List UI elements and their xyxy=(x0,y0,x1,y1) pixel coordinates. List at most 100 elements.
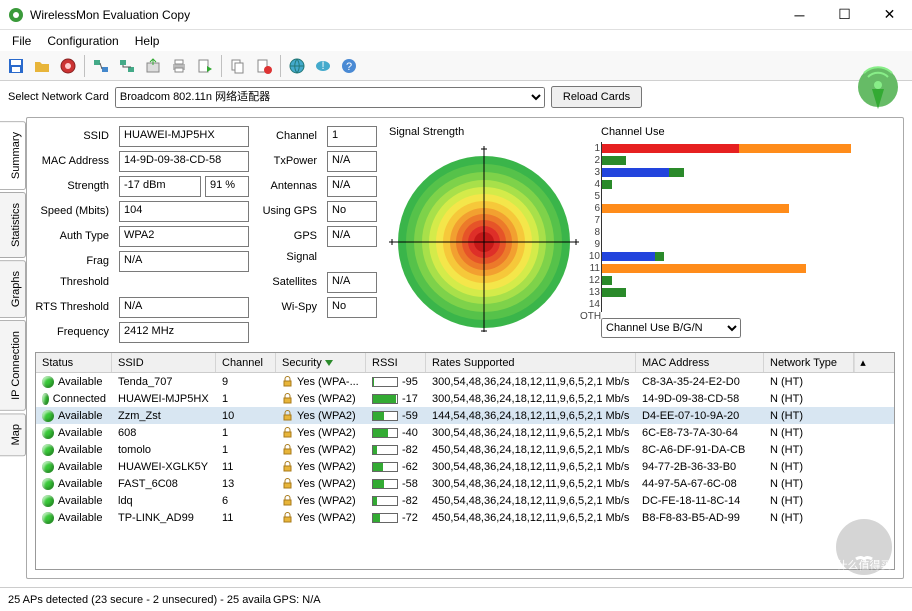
channel-use-panel: Channel Use 1234567891011121314OTH Chann… xyxy=(601,126,895,346)
label-mac: MAC Address xyxy=(35,151,115,172)
save-icon[interactable] xyxy=(4,54,28,78)
value-strength-pct: 91 % xyxy=(205,176,249,197)
value-antennas: N/A xyxy=(327,176,377,197)
network-card-select[interactable]: Broadcom 802.11n 网络适配器 xyxy=(115,87,545,108)
open-icon[interactable] xyxy=(30,54,54,78)
maximize-button[interactable]: ☐ xyxy=(822,0,867,29)
svg-text:什么值得买: 什么值得买 xyxy=(837,559,892,572)
grid-body[interactable]: AvailableTenda_7079 Yes (WPA-... -95300,… xyxy=(36,373,894,526)
play-icon[interactable] xyxy=(193,54,217,78)
value-txpower: N/A xyxy=(327,151,377,172)
connect-icon[interactable] xyxy=(89,54,113,78)
globe-icon[interactable] xyxy=(285,54,309,78)
table-row[interactable]: AvailableHUAWEI-XGLK5Y11 Yes (WPA2) -623… xyxy=(36,458,894,475)
tab-ip-connection[interactable]: IP Connection xyxy=(0,320,26,411)
value-channel: 1 xyxy=(327,126,377,147)
tab-statistics[interactable]: Statistics xyxy=(0,192,26,258)
value-speed: 104 xyxy=(119,201,249,222)
scroll-up-button[interactable]: ▴ xyxy=(854,353,871,372)
menu-configuration[interactable]: Configuration xyxy=(39,32,126,50)
sort-indicator-icon xyxy=(325,360,333,366)
card-select-label: Select Network Card xyxy=(8,91,109,103)
watermark-icon: 什么值得买 xyxy=(834,517,894,577)
col-ssid[interactable]: SSID xyxy=(112,353,216,372)
label-txpower: TxPower xyxy=(261,151,323,172)
table-row[interactable]: AvailableFAST_6C0813 Yes (WPA2) -58300,5… xyxy=(36,475,894,492)
menu-help[interactable]: Help xyxy=(127,32,168,50)
menu-file[interactable]: File xyxy=(4,32,39,50)
grid-header: Status SSID Channel Security RSSI Rates … xyxy=(36,353,894,373)
status-bar: 25 APs detected (23 secure - 2 unsecured… xyxy=(0,587,912,611)
tab-graphs[interactable]: Graphs xyxy=(0,260,26,318)
minimize-button[interactable]: ─ xyxy=(777,0,822,29)
table-row[interactable]: Availableldq6 Yes (WPA2) -82450,54,48,36… xyxy=(36,492,894,509)
table-row[interactable]: AvailableZzm_Zst10 Yes (WPA2) -59144,54,… xyxy=(36,407,894,424)
status-gps: GPS: N/A xyxy=(273,594,321,606)
channel-use-chart: 1234567891011121314OTH xyxy=(601,142,851,312)
connection-fields: SSID HUAWEI-MJP5HX MAC Address 14-9D-09-… xyxy=(35,126,249,346)
status-aps: 25 APs detected (23 secure - 2 unsecured… xyxy=(8,594,271,606)
table-row[interactable]: AvailableTP-LINK_AD9911 Yes (WPA2) -7245… xyxy=(36,509,894,526)
value-mac: 14-9D-09-38-CD-58 xyxy=(119,151,249,172)
label-freq: Frequency xyxy=(35,322,115,343)
signal-strength-panel: Signal Strength xyxy=(389,126,589,346)
label-sats: Satellites xyxy=(261,272,323,293)
value-ssid: HUAWEI-MJP5HX xyxy=(119,126,249,147)
label-strength: Strength xyxy=(35,176,115,197)
close-button[interactable]: ✕ xyxy=(867,0,912,29)
col-mac[interactable]: MAC Address xyxy=(636,353,764,372)
value-auth: WPA2 xyxy=(119,226,249,247)
toolbar: ! ? xyxy=(0,51,912,81)
title-bar: WirelessMon Evaluation Copy ─ ☐ ✕ xyxy=(0,0,912,30)
value-wispy: No xyxy=(327,297,377,318)
table-row[interactable]: Available6081 Yes (WPA2) -40300,54,48,36… xyxy=(36,424,894,441)
col-status[interactable]: Status xyxy=(36,353,112,372)
help-icon[interactable]: ? xyxy=(337,54,361,78)
label-auth: Auth Type xyxy=(35,226,115,247)
alert-icon[interactable]: ! xyxy=(311,54,335,78)
signal-strength-label: Signal Strength xyxy=(389,126,589,138)
card-selector-row: Select Network Card Broadcom 802.11n 网络适… xyxy=(0,81,912,113)
vertical-tabs: Summary Statistics Graphs IP Connection … xyxy=(0,113,26,583)
table-row[interactable]: Availabletomolo1 Yes (WPA2) -82450,54,48… xyxy=(36,441,894,458)
label-frag: Frag Threshold xyxy=(35,251,115,293)
label-speed: Speed (Mbits) xyxy=(35,201,115,222)
value-gps-sig: N/A xyxy=(327,226,377,247)
refresh-icon[interactable] xyxy=(115,54,139,78)
label-ssid: SSID xyxy=(35,126,115,147)
table-row[interactable]: AvailableTenda_7079 Yes (WPA-... -95300,… xyxy=(36,373,894,390)
export-icon[interactable] xyxy=(141,54,165,78)
col-security[interactable]: Security xyxy=(276,353,366,372)
tab-summary[interactable]: Summary xyxy=(0,121,26,190)
record-icon[interactable] xyxy=(56,54,80,78)
menu-bar: File Configuration Help xyxy=(0,30,912,51)
label-gps-sig: GPS Signal xyxy=(261,226,323,268)
label-antennas: Antennas xyxy=(261,176,323,197)
label-rts: RTS Threshold xyxy=(35,297,115,318)
print-icon[interactable] xyxy=(167,54,191,78)
gps-fields: Channel 1 TxPower N/A Antennas N/A Using… xyxy=(261,126,377,346)
channel-use-label: Channel Use xyxy=(601,126,895,138)
value-sats: N/A xyxy=(327,272,377,293)
col-rssi[interactable]: RSSI xyxy=(366,353,426,372)
value-strength-dbm: -17 dBm xyxy=(119,176,201,197)
stop-icon[interactable] xyxy=(252,54,276,78)
col-channel[interactable]: Channel xyxy=(216,353,276,372)
svg-text:!: ! xyxy=(321,60,324,72)
value-gps-use: No xyxy=(327,201,377,222)
col-network-type[interactable]: Network Type xyxy=(764,353,854,372)
tab-map[interactable]: Map xyxy=(0,413,26,456)
signal-radar xyxy=(389,142,579,332)
summary-panel: SSID HUAWEI-MJP5HX MAC Address 14-9D-09-… xyxy=(26,117,904,579)
reload-cards-button[interactable]: Reload Cards xyxy=(551,86,642,108)
network-grid: Status SSID Channel Security RSSI Rates … xyxy=(35,352,895,570)
label-gps-use: Using GPS xyxy=(261,201,323,222)
value-frag: N/A xyxy=(119,251,249,272)
table-row[interactable]: ConnectedHUAWEI-MJP5HX1 Yes (WPA2) -1730… xyxy=(36,390,894,407)
app-icon xyxy=(8,7,24,23)
antenna-icon xyxy=(854,63,902,111)
label-channel: Channel xyxy=(261,126,323,147)
copy-icon[interactable] xyxy=(226,54,250,78)
label-wispy: Wi-Spy xyxy=(261,297,323,318)
col-rates[interactable]: Rates Supported xyxy=(426,353,636,372)
